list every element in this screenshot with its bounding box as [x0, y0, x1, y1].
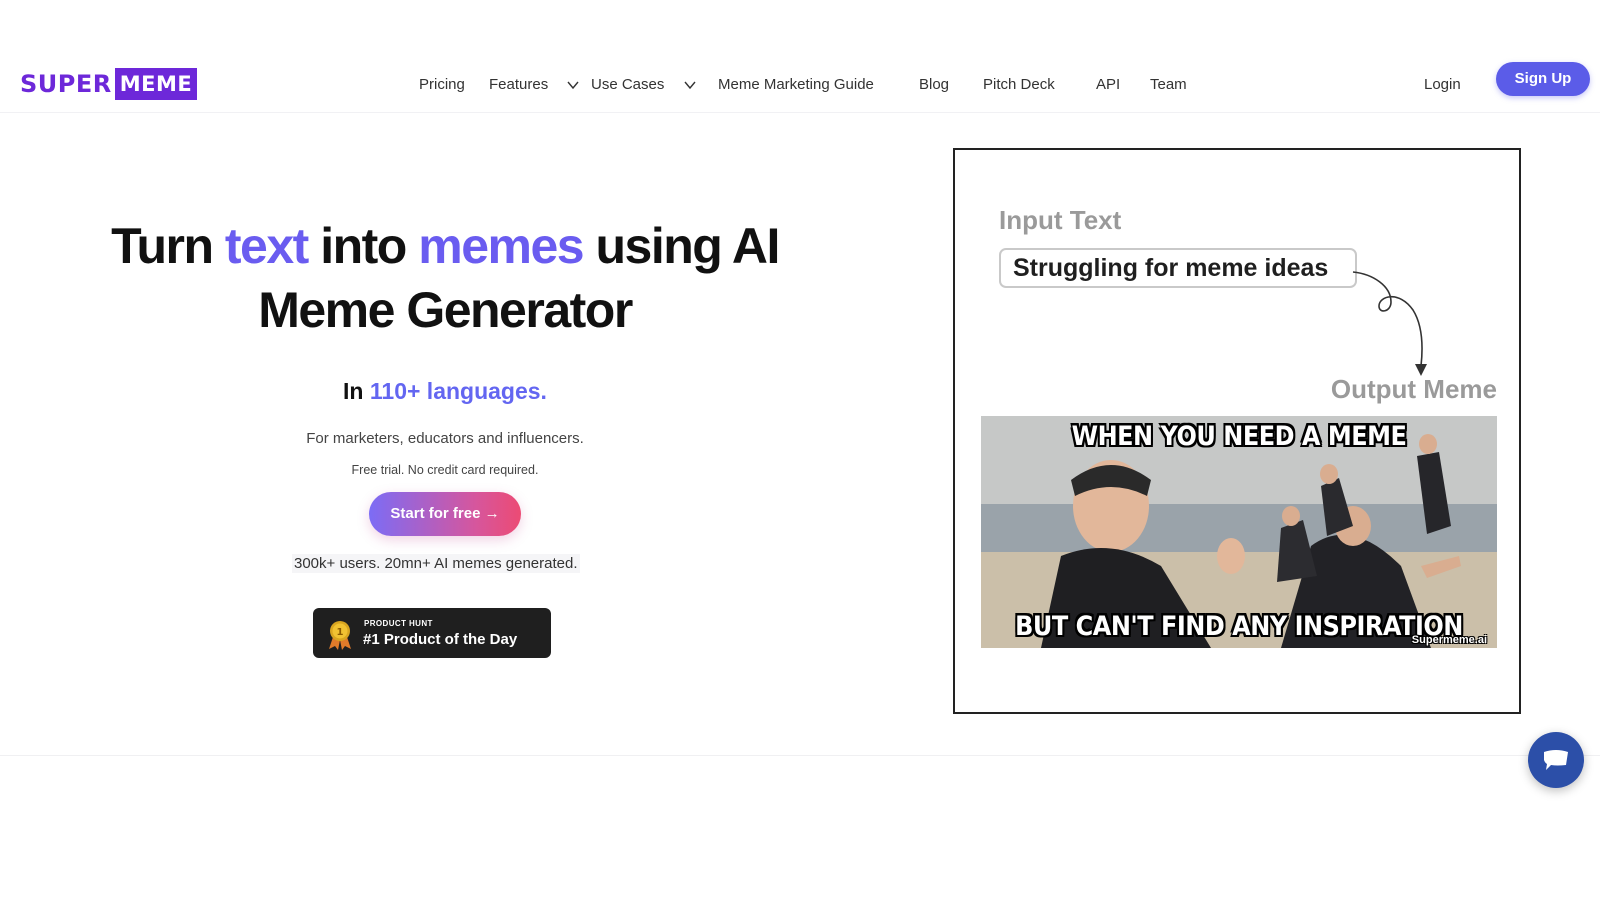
hero-title-accent-text: text — [224, 218, 309, 274]
chat-button[interactable] — [1528, 732, 1584, 788]
chevron-down-icon[interactable] — [683, 78, 697, 92]
chevron-down-icon[interactable] — [566, 78, 580, 92]
hero-title-part: into — [307, 218, 419, 274]
main-nav: Pricing Features Use Cases Meme Marketin… — [0, 60, 1600, 112]
nav-api[interactable]: API — [1096, 60, 1120, 110]
output-meme-image: WHEN YOU NEED A MEME BUT CAN'T FIND ANY … — [981, 416, 1497, 648]
input-text-box: Struggling for meme ideas — [999, 248, 1357, 288]
hero-title: Turn text into memes using AI Meme Gener… — [40, 214, 850, 342]
nav-meme-marketing-guide[interactable]: Meme Marketing Guide — [718, 60, 874, 110]
languages-line: In 110+ languages. — [245, 378, 645, 405]
meme-watermark: Supermeme.ai — [1411, 634, 1487, 646]
svg-text:1: 1 — [337, 627, 344, 638]
meme-top-caption: WHEN YOU NEED A MEME — [1071, 420, 1407, 452]
product-hunt-badge[interactable]: 1 PRODUCT HUNT #1 Product of the Day — [313, 608, 551, 658]
sign-up-button[interactable]: Sign Up — [1496, 62, 1590, 96]
section-divider — [0, 755, 1600, 756]
curved-arrow-icon — [1352, 271, 1427, 376]
nav-features[interactable]: Features — [489, 60, 548, 110]
login-link[interactable]: Login — [1424, 60, 1461, 110]
nav-team[interactable]: Team — [1150, 60, 1187, 110]
audience-text: For marketers, educators and influencers… — [306, 430, 584, 447]
languages-prefix: In — [343, 378, 370, 404]
languages-count: 110+ languages. — [369, 378, 547, 404]
site-header: SUPER MEME Pricing Features Use Cases Me… — [0, 60, 1600, 113]
nav-use-cases[interactable]: Use Cases — [591, 60, 664, 110]
product-of-the-day-label: #1 Product of the Day — [363, 631, 518, 648]
output-meme-label: Output Meme — [1330, 374, 1497, 404]
chat-bubble-icon — [1544, 750, 1568, 770]
product-hunt-label: PRODUCT HUNT — [364, 619, 433, 628]
input-text-label: Input Text — [999, 205, 1122, 235]
hero-title-accent-memes: memes — [418, 218, 584, 274]
start-for-free-button[interactable]: Start for free → — [369, 492, 521, 536]
usage-stats: 300k+ users. 20mn+ AI memes generated. — [292, 554, 580, 573]
demo-panel: Input Text Struggling for meme ideas Out… — [953, 148, 1521, 714]
hero-title-part: Turn — [111, 218, 225, 274]
free-trial-text: Free trial. No credit card required. — [351, 463, 539, 477]
nav-pitch-deck[interactable]: Pitch Deck — [983, 60, 1055, 110]
nav-blog[interactable]: Blog — [919, 60, 949, 110]
medal-icon: 1 — [329, 621, 351, 650]
nav-pricing[interactable]: Pricing — [419, 60, 465, 110]
